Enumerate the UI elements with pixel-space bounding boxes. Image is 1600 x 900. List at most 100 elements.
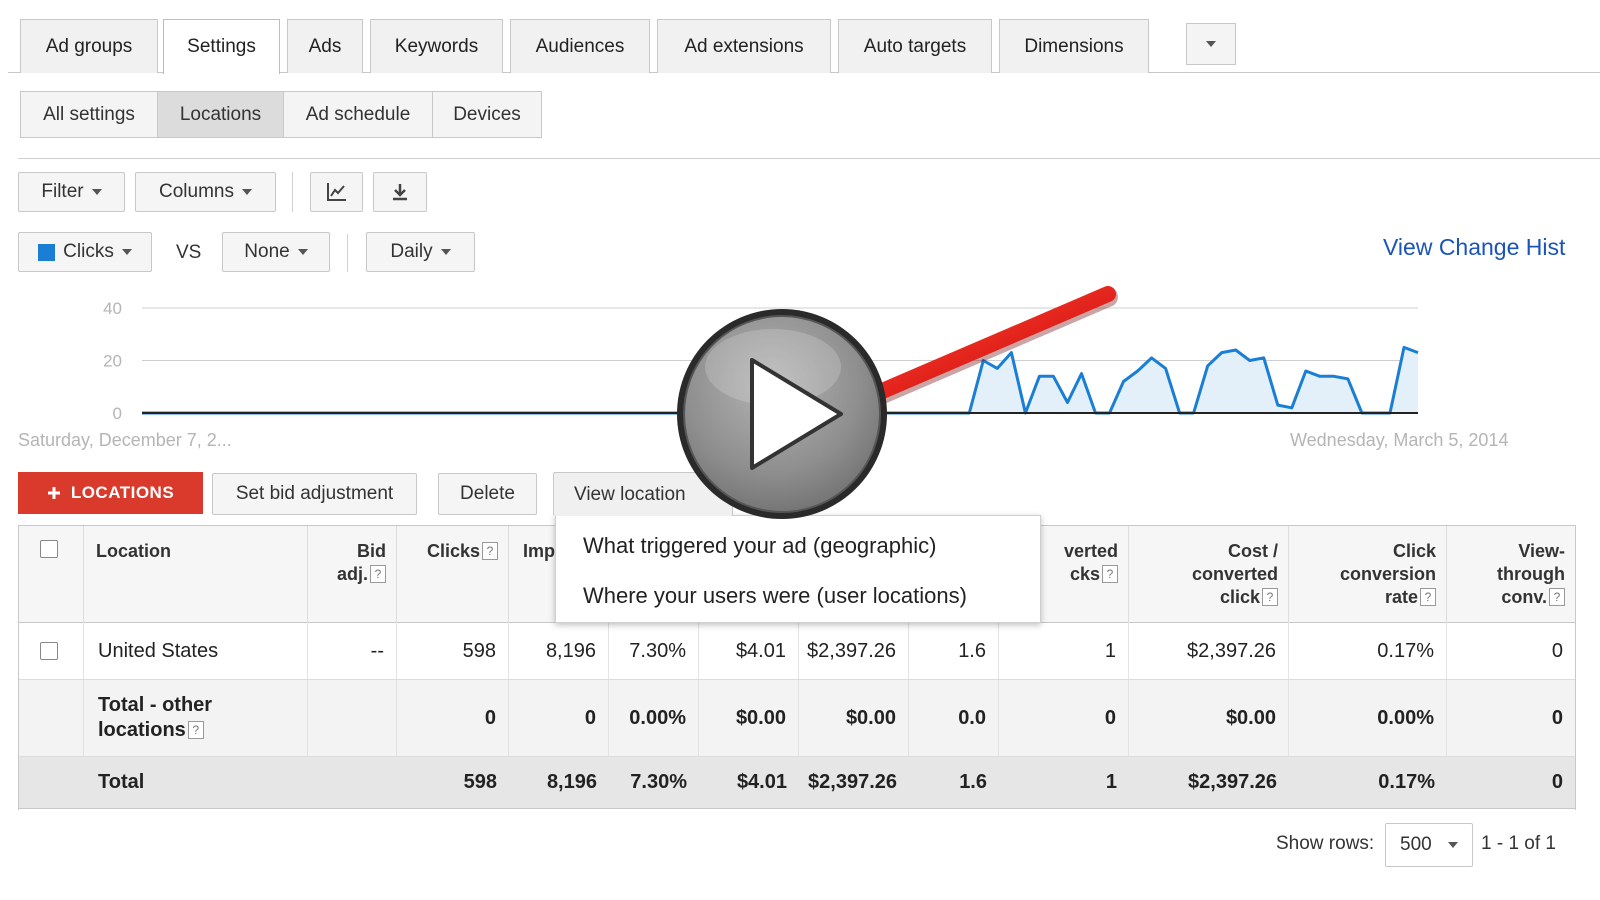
header-label: Clicks [426, 541, 480, 561]
download-button[interactable] [373, 172, 427, 212]
header-label: adj. [336, 564, 368, 584]
delete-button[interactable]: Delete [438, 473, 537, 515]
cell-view-through: 0 [1551, 639, 1563, 662]
controls-divider [347, 234, 348, 272]
view-location-label: View location [574, 483, 686, 505]
help-icon[interactable]: ? [482, 542, 498, 560]
cell-conv-rate: 0.17% [1378, 771, 1435, 793]
header-label: conv. [1501, 587, 1547, 607]
compare-metric-select[interactable]: None [222, 232, 330, 272]
header-label: conversion [1339, 564, 1436, 584]
cell-location[interactable]: United States [84, 623, 308, 679]
compare-label: None [244, 241, 290, 262]
header-label: click [1219, 587, 1260, 607]
add-locations-button[interactable]: LOCATIONS [18, 472, 203, 514]
cell-converted-clicks: 1 [999, 623, 1129, 679]
header-label: converted [1191, 564, 1278, 584]
view-change-history-link[interactable]: View Change Hist [1383, 234, 1565, 261]
table-total-row: Total 598 8,196 7.30% $4.01 $2,397.26 1.… [18, 757, 1575, 809]
chevron-down-icon [121, 249, 132, 255]
subtab-locations[interactable]: Locations [157, 91, 284, 138]
header-label: Cost / [1227, 541, 1278, 561]
cell-bid-adj [308, 757, 397, 808]
tab-label: Auto targets [863, 35, 967, 57]
cell-avg-pos: 1.6 [959, 771, 987, 793]
tab-audiences[interactable]: Audiences [510, 19, 650, 73]
cell-conv-rate: 0.00% [1289, 680, 1447, 756]
help-icon[interactable]: ? [187, 721, 204, 739]
tab-auto-targets[interactable]: Auto targets [838, 19, 992, 73]
pagination-range: 1 - 1 of 1 [1481, 833, 1556, 854]
view-location-dropdown: What triggered your ad (geographic) Wher… [555, 515, 1041, 623]
metric-color-swatch [38, 243, 56, 261]
cell-bid-adj[interactable]: -- [308, 623, 397, 679]
menu-item-geographic[interactable]: What triggered your ad (geographic) [583, 533, 936, 559]
cell-cost: $0.00 [799, 680, 909, 756]
chevron-down-icon [91, 189, 102, 195]
section-divider [18, 158, 1600, 159]
tab-settings[interactable]: Settings [163, 19, 280, 74]
row-select-cell [18, 680, 84, 756]
chart-end-date: Wednesday, March 5, 2014 [1290, 430, 1509, 450]
subtab-ad-schedule[interactable]: Ad schedule [283, 91, 433, 138]
row-checkbox[interactable] [40, 642, 58, 660]
select-all-checkbox[interactable] [40, 540, 58, 558]
row-select-cell [18, 623, 84, 679]
tab-label: Audiences [535, 35, 625, 57]
columns-button[interactable]: Columns [135, 172, 276, 212]
cell-cost: $2,397.26 [799, 623, 909, 679]
table-border-right [1575, 525, 1576, 810]
columns-label: Columns [159, 181, 234, 202]
filter-button[interactable]: Filter [18, 172, 125, 212]
cell-avg-cpc: $4.01 [736, 771, 787, 793]
chevron-down-icon [1448, 842, 1458, 848]
header-click-conversion-rate[interactable]: Click conversion rate? [1289, 526, 1447, 624]
help-icon[interactable]: ? [1102, 565, 1118, 583]
subtab-all-settings[interactable]: All settings [20, 91, 158, 138]
header-view-through-conv[interactable]: View- through conv.? [1447, 526, 1575, 624]
cell-impr: 0 [509, 680, 609, 756]
cell-converted-clicks: 0 [999, 680, 1129, 756]
play-button-icon[interactable] [673, 305, 891, 523]
subtab-label: Ad schedule [305, 103, 411, 125]
tab-ads[interactable]: Ads [287, 19, 363, 73]
toggle-chart-button[interactable] [310, 172, 363, 212]
help-icon[interactable]: ? [1262, 588, 1278, 606]
set-bid-label: Set bid adjustment [235, 483, 394, 504]
tab-ad-extensions[interactable]: Ad extensions [657, 19, 831, 73]
period-select[interactable]: Daily [366, 232, 475, 272]
menu-item-user-locations[interactable]: Where your users were (user locations) [583, 583, 967, 609]
header-label: View- [1518, 541, 1565, 561]
rows-value: 500 [1400, 834, 1432, 855]
select-all-cell [18, 526, 84, 624]
y-tick-label: 20 [103, 352, 122, 371]
help-icon[interactable]: ? [370, 565, 386, 583]
download-icon [393, 184, 407, 201]
header-label: Location [96, 541, 171, 561]
tab-label: Ad groups [45, 35, 133, 57]
subtab-devices[interactable]: Devices [432, 91, 542, 138]
subtab-label: Devices [453, 103, 521, 125]
subtab-label: All settings [43, 103, 135, 125]
header-cost-per-converted-click[interactable]: Cost / converted click? [1129, 526, 1289, 624]
set-bid-adjustment-button[interactable]: Set bid adjustment [212, 473, 417, 515]
header-bid-adj[interactable]: Bid adj.? [308, 526, 397, 624]
header-clicks[interactable]: Clicks? [397, 526, 509, 624]
help-icon[interactable]: ? [1420, 588, 1436, 606]
header-location[interactable]: Location [84, 526, 308, 624]
chevron-down-icon [1206, 41, 1216, 47]
tab-dimensions[interactable]: Dimensions [999, 19, 1149, 73]
rows-per-page-select[interactable]: 500 [1385, 823, 1473, 867]
header-label: through [1497, 564, 1565, 584]
cell-impr: 8,196 [509, 623, 609, 679]
cell-view-through: 0 [1551, 706, 1563, 729]
help-icon[interactable]: ? [1549, 588, 1565, 606]
y-tick-label: 40 [103, 299, 122, 318]
tab-keywords[interactable]: Keywords [370, 19, 503, 73]
cell-cost-per-conv: $2,397.26 [1129, 623, 1289, 679]
more-tabs-button[interactable] [1186, 23, 1236, 65]
subtab-label: Locations [179, 103, 262, 125]
tab-ad-groups[interactable]: Ad groups [20, 19, 158, 73]
metric-select[interactable]: Clicks [18, 232, 152, 272]
toolbar-divider [292, 172, 293, 212]
